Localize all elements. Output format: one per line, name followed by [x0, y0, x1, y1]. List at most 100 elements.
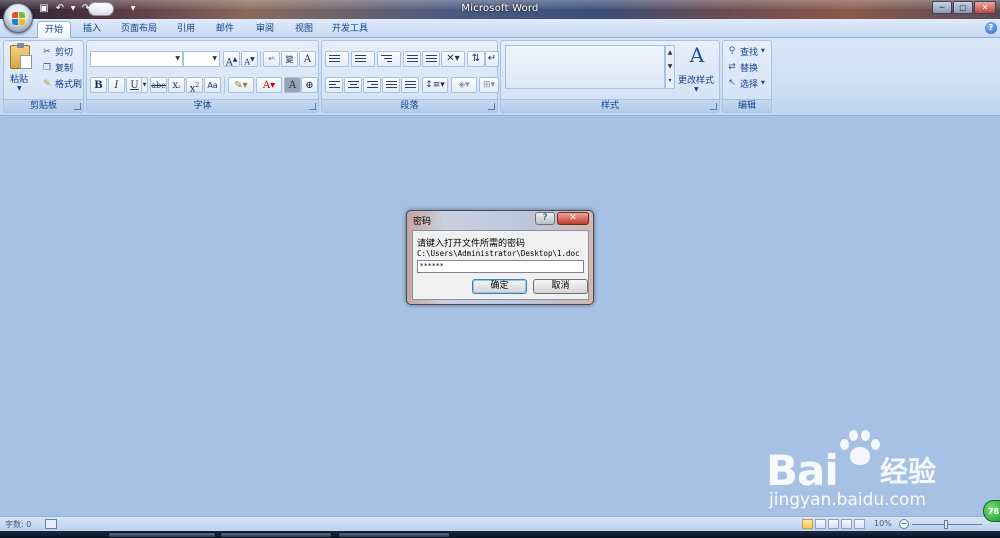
- sort-icon[interactable]: ⇅: [467, 51, 485, 67]
- format-painter-button[interactable]: ✎ 格式刷: [42, 77, 82, 91]
- watermark-jingyan: 经验: [880, 455, 937, 488]
- full-screen-view-icon[interactable]: [815, 519, 826, 529]
- chinese-layout-icon[interactable]: ✕▾: [441, 51, 465, 67]
- dialog-titlebar[interactable]: 密码 ? ✕: [407, 211, 593, 229]
- increase-indent-button[interactable]: [422, 51, 440, 67]
- styles-launcher-icon[interactable]: [710, 103, 717, 110]
- undo-dropdown-icon[interactable]: ▼: [69, 2, 77, 16]
- zoom-slider-thumb[interactable]: [944, 520, 948, 529]
- office-button[interactable]: [3, 3, 33, 33]
- dialog-close-button[interactable]: ✕: [557, 212, 589, 225]
- draft-view-icon[interactable]: [854, 519, 865, 529]
- save-icon[interactable]: ▣: [37, 2, 51, 16]
- zoom-out-icon[interactable]: −: [899, 519, 909, 529]
- shrink-font-button[interactable]: A▼: [241, 51, 258, 67]
- select-button[interactable]: ↖ 选择 ▼: [727, 76, 765, 90]
- taskbar-item[interactable]: [338, 532, 450, 538]
- shading-icon[interactable]: ◈▾: [451, 77, 477, 93]
- bullets-button[interactable]: [325, 51, 349, 67]
- tab-review[interactable]: 审阅: [250, 21, 280, 38]
- quick-styles-gallery[interactable]: [505, 45, 665, 89]
- cut-button[interactable]: ✂ 剪切: [42, 45, 74, 59]
- italic-button[interactable]: I: [108, 77, 125, 93]
- decrease-indent-button[interactable]: [403, 51, 421, 67]
- numbering-button[interactable]: [351, 51, 375, 67]
- character-border-icon[interactable]: A: [299, 51, 316, 67]
- taskbar: [0, 531, 1000, 538]
- print-preview-icon[interactable]: ⎙: [95, 2, 109, 16]
- phonetic-guide-icon[interactable]: 變: [281, 51, 298, 67]
- change-styles-icon[interactable]: A: [685, 44, 709, 66]
- maximize-button[interactable]: □: [953, 1, 973, 14]
- outline-view-icon[interactable]: [841, 519, 852, 529]
- dialog-help-button[interactable]: ?: [535, 212, 555, 225]
- web-layout-view-icon[interactable]: [828, 519, 839, 529]
- enclose-characters-icon[interactable]: ⊕: [301, 77, 318, 93]
- clear-formatting-icon[interactable]: ᵃᴬ: [263, 51, 280, 67]
- paintbrush-icon: ✎: [43, 78, 51, 89]
- change-case-button[interactable]: Aa: [204, 77, 221, 93]
- align-center-button[interactable]: [344, 77, 362, 93]
- cancel-button[interactable]: 取消: [533, 279, 588, 294]
- tab-page-layout[interactable]: 页面布局: [117, 21, 161, 38]
- cut-label: 剪切: [55, 48, 74, 58]
- taskbar-item[interactable]: [220, 532, 332, 538]
- replace-button[interactable]: ⇄ 替换: [727, 60, 758, 74]
- tab-mailings[interactable]: 邮件: [210, 21, 240, 38]
- gallery-scroll-icon[interactable]: ▲ ▼ ▾: [665, 45, 675, 89]
- underline-dropdown-icon[interactable]: ▼: [141, 77, 148, 93]
- password-input[interactable]: ******: [417, 260, 584, 273]
- line-spacing-icon[interactable]: ↕≡▾: [422, 77, 448, 93]
- editing-group-label: 编辑: [723, 99, 771, 112]
- bold-button[interactable]: B: [90, 77, 107, 93]
- grow-font-button[interactable]: A▲: [223, 51, 240, 68]
- font-size-combo[interactable]: ▼: [183, 51, 220, 67]
- paste-button-label[interactable]: 粘贴: [10, 72, 28, 85]
- paste-dropdown-icon[interactable]: ▼: [17, 85, 22, 92]
- scissors-icon: ✂: [43, 46, 51, 57]
- superscript-button[interactable]: x2: [186, 77, 203, 94]
- chevron-down-icon[interactable]: ▼: [694, 86, 699, 93]
- font-launcher-icon[interactable]: [309, 103, 316, 110]
- ok-button[interactable]: 确定: [472, 279, 527, 294]
- align-left-button[interactable]: [325, 77, 343, 93]
- close-button[interactable]: ✕: [974, 1, 996, 14]
- subscript-button[interactable]: x₂: [168, 77, 185, 93]
- copy-button[interactable]: ❐ 复制: [42, 61, 73, 75]
- speed-badge[interactable]: 78: [983, 500, 1000, 522]
- editing-group: ⚲ 查找 ▼ ⇄ 替换 ↖ 选择 ▼ 编辑: [722, 40, 772, 113]
- paragraph-launcher-icon[interactable]: [488, 103, 495, 110]
- justify-button[interactable]: [382, 77, 400, 93]
- customize-qat-icon[interactable]: ▼: [129, 2, 137, 16]
- undo-icon[interactable]: ↶: [53, 2, 67, 16]
- help-icon[interactable]: ?: [985, 22, 997, 34]
- tab-insert[interactable]: 插入: [77, 21, 107, 38]
- proofing-icon[interactable]: [45, 519, 57, 529]
- tab-references[interactable]: 引用: [171, 21, 201, 38]
- borders-icon[interactable]: ⊞▾: [479, 77, 499, 93]
- find-button[interactable]: ⚲ 查找 ▼: [727, 44, 765, 58]
- font-color-button[interactable]: A▾: [256, 77, 282, 93]
- show-marks-icon[interactable]: ↵: [485, 51, 499, 67]
- dialog-body: 请键入打开文件所需的密码 C:\Users\Administrator\Desk…: [412, 230, 589, 300]
- baidu-paw-icon: [838, 430, 882, 470]
- print-layout-view-icon[interactable]: [802, 519, 813, 529]
- change-styles-label[interactable]: 更改样式: [678, 73, 714, 86]
- align-right-button[interactable]: [363, 77, 381, 93]
- paste-icon[interactable]: [10, 43, 32, 69]
- zoom-level[interactable]: 10%: [874, 519, 892, 528]
- redo-icon[interactable]: ↷: [79, 2, 93, 16]
- word-count[interactable]: 字数: 0: [5, 519, 31, 530]
- text-highlight-button[interactable]: ✎▾: [228, 77, 254, 93]
- taskbar-item[interactable]: [108, 532, 216, 538]
- tab-home[interactable]: 开始: [37, 21, 71, 38]
- distributed-button[interactable]: [401, 77, 419, 93]
- strikethrough-button[interactable]: abe: [150, 77, 167, 93]
- font-name-combo[interactable]: ▼: [90, 51, 183, 67]
- minimize-button[interactable]: ─: [932, 1, 952, 14]
- clipboard-launcher-icon[interactable]: [74, 103, 81, 110]
- character-shading-button[interactable]: A: [284, 77, 301, 93]
- tab-view[interactable]: 视图: [289, 21, 319, 38]
- multilevel-list-button[interactable]: [377, 51, 401, 67]
- tab-developer[interactable]: 开发工具: [328, 21, 372, 38]
